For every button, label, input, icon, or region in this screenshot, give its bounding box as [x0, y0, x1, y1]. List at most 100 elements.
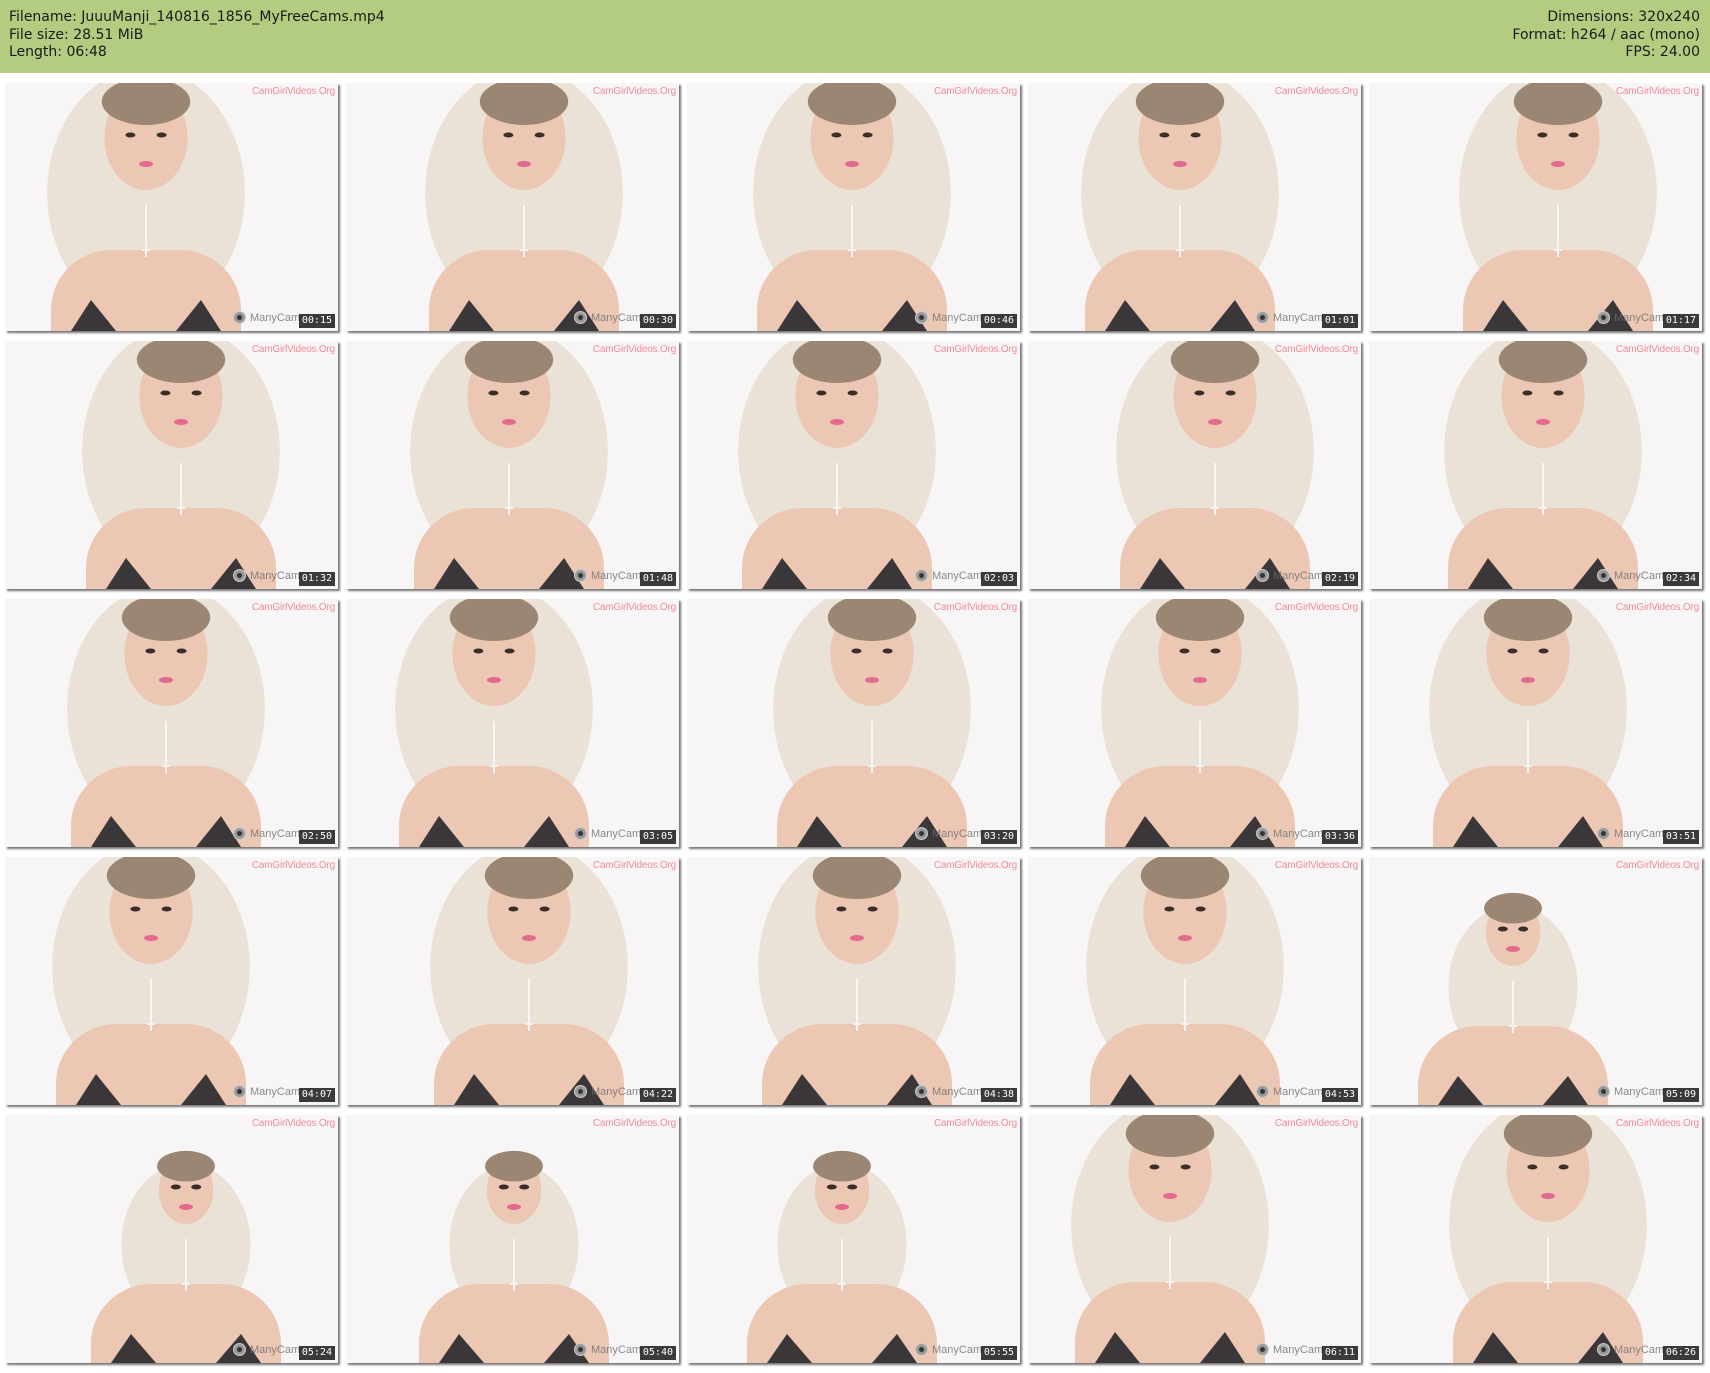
cam-watermark: ManyCam	[1256, 1343, 1323, 1356]
webcam-icon	[233, 1343, 246, 1356]
cam-watermark: ManyCam	[1597, 1343, 1664, 1356]
thumbnail[interactable]: CamGirlVideos.Org ManyCam 04:07	[5, 857, 338, 1105]
thumbnail[interactable]: CamGirlVideos.Org ManyCam 04:22	[346, 857, 679, 1105]
webcam-icon	[1256, 1343, 1269, 1356]
cam-watermark: ManyCam	[574, 569, 641, 582]
webcam-icon	[1597, 311, 1610, 324]
thumbnail[interactable]: CamGirlVideos.Org ManyCam 03:20	[687, 599, 1020, 847]
cam-watermark: ManyCam	[915, 1343, 982, 1356]
cam-watermark-text: ManyCam	[1614, 1086, 1665, 1098]
thumbnail[interactable]: CamGirlVideos.Org ManyCam 04:53	[1028, 857, 1361, 1105]
site-watermark: CamGirlVideos.Org	[251, 86, 335, 97]
timestamp: 05:55	[980, 1346, 1017, 1360]
thumbnail[interactable]: CamGirlVideos.Org ManyCam 03:51	[1369, 599, 1702, 847]
cam-watermark: ManyCam	[233, 311, 300, 324]
cam-watermark-text: ManyCam	[1614, 828, 1665, 840]
video-frame	[687, 599, 1020, 847]
thumbnail[interactable]: CamGirlVideos.Org ManyCam 00:30	[346, 83, 679, 331]
thumbnail[interactable]: CamGirlVideos.Org ManyCam 05:09	[1369, 857, 1702, 1105]
site-watermark: CamGirlVideos.Org	[1615, 602, 1699, 613]
cam-watermark: ManyCam	[1597, 569, 1664, 582]
webcam-icon	[574, 311, 587, 324]
site-watermark: CamGirlVideos.Org	[1615, 860, 1699, 871]
video-frame	[687, 857, 1020, 1105]
thumbnail[interactable]: CamGirlVideos.Org ManyCam 06:26	[1369, 1115, 1702, 1363]
thumbnail[interactable]: CamGirlVideos.Org ManyCam 04:38	[687, 857, 1020, 1105]
timestamp: 05:09	[1662, 1088, 1699, 1102]
thumbnail[interactable]: CamGirlVideos.Org ManyCam 01:01	[1028, 83, 1361, 331]
timestamp: 04:07	[298, 1088, 335, 1102]
cam-watermark-text: ManyCam	[932, 312, 983, 324]
thumbnail-grid: CamGirlVideos.Org ManyCam 00:15 CamGirlVide…	[0, 0, 1710, 1373]
site-watermark: CamGirlVideos.Org	[933, 602, 1017, 613]
cam-watermark: ManyCam	[915, 569, 982, 582]
thumbnail[interactable]: CamGirlVideos.Org ManyCam 05:55	[687, 1115, 1020, 1363]
site-watermark: CamGirlVideos.Org	[933, 344, 1017, 355]
timestamp: 04:53	[1321, 1088, 1358, 1102]
cam-watermark-text: ManyCam	[1273, 1344, 1324, 1356]
timestamp: 06:11	[1321, 1346, 1358, 1360]
video-frame	[1369, 599, 1702, 847]
cam-watermark-text: ManyCam	[932, 1086, 983, 1098]
site-watermark: CamGirlVideos.Org	[592, 1118, 676, 1129]
video-frame	[1028, 857, 1361, 1105]
site-watermark: CamGirlVideos.Org	[251, 1118, 335, 1129]
cam-watermark: ManyCam	[1597, 827, 1664, 840]
thumbnail[interactable]: CamGirlVideos.Org ManyCam 03:36	[1028, 599, 1361, 847]
timestamp: 05:24	[298, 1346, 335, 1360]
webcam-icon	[915, 1085, 928, 1098]
video-frame	[5, 599, 338, 847]
video-frame	[5, 857, 338, 1105]
cam-watermark: ManyCam	[1256, 569, 1323, 582]
thumbnail[interactable]: CamGirlVideos.Org ManyCam 01:32	[5, 341, 338, 589]
cam-watermark: ManyCam	[233, 827, 300, 840]
cam-watermark: ManyCam	[574, 1085, 641, 1098]
webcam-icon	[1597, 1343, 1610, 1356]
timestamp: 02:34	[1662, 572, 1699, 586]
webcam-icon	[915, 569, 928, 582]
site-watermark: CamGirlVideos.Org	[251, 602, 335, 613]
site-watermark: CamGirlVideos.Org	[1615, 86, 1699, 97]
thumbnail[interactable]: CamGirlVideos.Org ManyCam 00:46	[687, 83, 1020, 331]
thumbnail[interactable]: CamGirlVideos.Org ManyCam 01:17	[1369, 83, 1702, 331]
timestamp: 02:19	[1321, 572, 1358, 586]
timestamp: 01:48	[639, 572, 676, 586]
video-frame	[5, 341, 338, 589]
cam-watermark-text: ManyCam	[591, 312, 642, 324]
video-frame	[1028, 83, 1361, 331]
thumbnail[interactable]: CamGirlVideos.Org ManyCam 00:15	[5, 83, 338, 331]
thumbnail[interactable]: CamGirlVideos.Org ManyCam 03:05	[346, 599, 679, 847]
site-watermark: CamGirlVideos.Org	[1274, 602, 1358, 613]
thumbnail[interactable]: CamGirlVideos.Org ManyCam 02:19	[1028, 341, 1361, 589]
video-frame	[687, 83, 1020, 331]
site-watermark: CamGirlVideos.Org	[933, 1118, 1017, 1129]
cam-watermark-text: ManyCam	[932, 570, 983, 582]
timestamp: 01:32	[298, 572, 335, 586]
thumbnail[interactable]: CamGirlVideos.Org ManyCam 02:34	[1369, 341, 1702, 589]
cam-watermark-text: ManyCam	[250, 1344, 301, 1356]
thumbnail[interactable]: CamGirlVideos.Org ManyCam 05:24	[5, 1115, 338, 1363]
thumbnail[interactable]: CamGirlVideos.Org ManyCam 02:50	[5, 599, 338, 847]
video-frame	[687, 1115, 1020, 1363]
timestamp: 04:22	[639, 1088, 676, 1102]
site-watermark: CamGirlVideos.Org	[1274, 860, 1358, 871]
video-frame	[1369, 341, 1702, 589]
timestamp: 00:30	[639, 314, 676, 328]
video-frame	[346, 1115, 679, 1363]
webcam-icon	[574, 569, 587, 582]
timestamp: 02:50	[298, 830, 335, 844]
video-frame	[346, 83, 679, 331]
site-watermark: CamGirlVideos.Org	[1274, 344, 1358, 355]
webcam-icon	[574, 827, 587, 840]
video-frame	[346, 599, 679, 847]
cam-watermark-text: ManyCam	[1614, 570, 1665, 582]
timestamp: 03:36	[1321, 830, 1358, 844]
timestamp: 01:01	[1321, 314, 1358, 328]
thumbnail[interactable]: CamGirlVideos.Org ManyCam 05:40	[346, 1115, 679, 1363]
video-frame	[5, 83, 338, 331]
thumbnail[interactable]: CamGirlVideos.Org ManyCam 01:48	[346, 341, 679, 589]
thumbnail[interactable]: CamGirlVideos.Org ManyCam 02:03	[687, 341, 1020, 589]
video-frame	[1369, 83, 1702, 331]
thumbnail[interactable]: CamGirlVideos.Org ManyCam 06:11	[1028, 1115, 1361, 1363]
cam-watermark-text: ManyCam	[591, 570, 642, 582]
